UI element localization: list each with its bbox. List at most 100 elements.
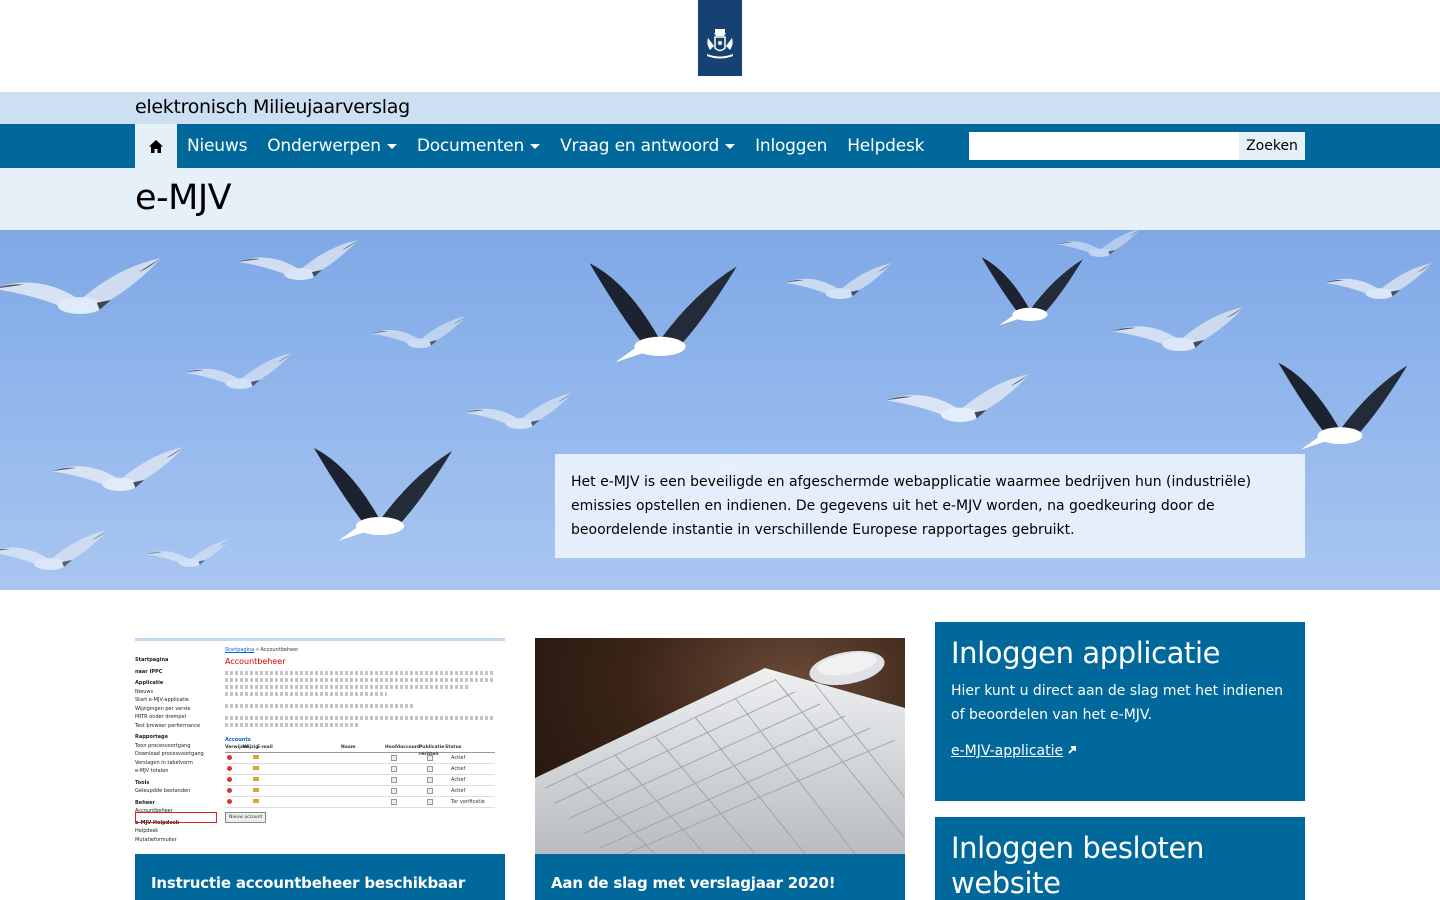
- thumb-col-header: Wijzig: [243, 745, 259, 750]
- thumb-sidebar-item: Download procesvoortgang: [135, 751, 204, 757]
- thumb-sidebar-item: Beheer: [135, 799, 156, 806]
- thumb-sidebar-item: Applicatie: [135, 680, 164, 686]
- thumb-sidebar-item: Tools: [135, 779, 150, 786]
- news-card-verslagjaar-2020[interactable]: Aan de slag met verslagjaar 2020!: [535, 638, 905, 900]
- nav-item-label: Vraag en antwoord: [560, 136, 720, 156]
- thumb-sidebar-item: Start e-MJV-applicatie: [135, 697, 189, 703]
- thumb-sidebar-item: Verslagen in tabelvorm: [135, 759, 193, 766]
- checkbox-icon: [391, 788, 397, 794]
- thumb-status: Actief: [451, 755, 466, 761]
- site-title-band: elektronisch Milieujaarverslag: [0, 92, 1440, 124]
- thumb-sidebar-item: Test browser performance: [135, 722, 201, 729]
- thumb-table-row: Actief: [225, 786, 495, 797]
- thumb-table-row: Actief: [225, 764, 495, 775]
- thumb-text-line: [225, 671, 495, 675]
- delete-icon: [227, 788, 232, 793]
- thumb-section-title: Accounts: [225, 737, 251, 743]
- thumb-sidebar-item: Geleupdde bestanden: [135, 788, 191, 794]
- nav-item-vraag-en-antwoord[interactable]: Vraag en antwoord: [550, 124, 745, 168]
- nav-item-label: Helpdesk: [847, 136, 925, 156]
- external-link-icon: [1068, 746, 1077, 754]
- thumb-sidebar-item: PRTR onder drempel: [135, 714, 187, 720]
- edit-icon: [253, 755, 259, 759]
- link-label: e-MJV-applicatie: [951, 743, 1064, 759]
- tile-title: Inloggen applicatie: [951, 636, 1221, 670]
- checkbox-icon: [391, 777, 397, 783]
- tile-title[interactable]: Inloggen besloten website: [951, 831, 1289, 900]
- edit-icon: [253, 766, 259, 770]
- nav-item-nieuws[interactable]: Nieuws: [177, 124, 257, 168]
- page-title-band: e-MJV: [0, 168, 1440, 230]
- rijksoverheid-logo[interactable]: [698, 0, 742, 76]
- nav-item-label: Onderwerpen: [267, 136, 381, 156]
- checkbox-icon: [427, 799, 433, 805]
- thumb-status: Actief: [451, 788, 466, 794]
- search-input[interactable]: [969, 132, 1239, 160]
- coat-of-arms-icon: [707, 29, 733, 59]
- news-card-accountbeheer[interactable]: Startpagina naar IPPC Applicatie Nieuws …: [135, 638, 505, 900]
- login-application-tile: Inloggen applicatie Hier kunt u direct a…: [935, 622, 1305, 801]
- nav-item-label: Nieuws: [187, 136, 248, 156]
- search-form: Zoeken: [969, 132, 1305, 160]
- edit-icon: [253, 788, 259, 792]
- checkbox-icon: [427, 755, 433, 761]
- thumb-heading: Accountbeheer: [225, 657, 286, 666]
- thumb-col-header: E-mail: [257, 745, 273, 750]
- thumb-sidebar-item: Toon procesvoortgang: [135, 742, 191, 749]
- thumb-col-header: Publicatie rechten: [419, 745, 445, 757]
- checkbox-icon: [427, 788, 433, 794]
- login-closed-website-tile: Inloggen besloten website: [935, 817, 1305, 900]
- checkbox-icon: [427, 766, 433, 772]
- thumb-text-line: [225, 678, 495, 682]
- thumb-sidebar-item: Mutatieformulier: [135, 836, 177, 843]
- tile-text: Hier kunt u direct aan de slag met het i…: [951, 683, 1284, 723]
- thumb-text-line: [225, 716, 495, 720]
- thumb-text-line: [225, 685, 468, 689]
- search-button[interactable]: Zoeken: [1239, 132, 1305, 160]
- edit-icon: [253, 777, 259, 781]
- nav-item-label: Documenten: [416, 136, 525, 156]
- card-caption[interactable]: Instructie accountbeheer beschikbaar: [135, 854, 505, 900]
- checkbox-icon: [391, 766, 397, 772]
- hero-intro-text: Het e-MJV is een beveiligde en afgescher…: [555, 454, 1305, 558]
- hero-banner: Het e-MJV is een beveiligde en afgescher…: [0, 230, 1440, 590]
- thumb-sidebar-item: e-MJV totalen: [135, 768, 169, 774]
- nav-item-onderwerpen[interactable]: Onderwerpen: [257, 124, 407, 168]
- thumb-col-header: Verwijder: [225, 745, 250, 750]
- main-navigation: Nieuws Onderwerpen Documenten Vraag en a…: [0, 124, 1440, 168]
- thumb-table-row: Actief: [225, 775, 495, 786]
- caret-down-icon: [530, 143, 541, 149]
- nav-item-inloggen[interactable]: Inloggen: [745, 124, 837, 168]
- thumb-col-header: Status: [445, 745, 462, 750]
- nav-item-helpdesk[interactable]: Helpdesk: [837, 124, 934, 168]
- keyboard-photo-image: [535, 638, 905, 854]
- card-caption[interactable]: Aan de slag met verslagjaar 2020!: [535, 854, 905, 900]
- thumb-table-row: Ter verificatie: [225, 797, 495, 808]
- thumb-text-line: [225, 723, 360, 727]
- thumb-status: Actief: [451, 777, 466, 783]
- site-title[interactable]: elektronisch Milieujaarverslag: [135, 96, 410, 118]
- checkbox-icon: [427, 777, 433, 783]
- thumbnail-main: Startpagina » Accountbeheer Accountbehee…: [225, 647, 495, 823]
- keyboard-illustration: [535, 650, 905, 854]
- thumb-table-row: Actief: [225, 753, 495, 764]
- checkbox-icon: [391, 799, 397, 805]
- nav-home-button[interactable]: [135, 124, 177, 168]
- delete-icon: [227, 766, 232, 771]
- nav-item-label: Inloggen: [755, 136, 828, 156]
- home-icon: [149, 139, 163, 153]
- checkbox-icon: [391, 755, 397, 761]
- thumb-sidebar-item: Helpdesk: [135, 828, 159, 834]
- thumb-sidebar-item: Wijzigingen per versie: [135, 705, 191, 712]
- page-title: e-MJV: [135, 178, 232, 218]
- delete-icon: [227, 799, 232, 804]
- e-mjv-application-link[interactable]: e-MJV-applicatie: [951, 743, 1077, 759]
- nav-item-documenten[interactable]: Documenten: [407, 124, 550, 168]
- delete-icon: [227, 777, 232, 782]
- thumb-highlight-box: [135, 812, 217, 823]
- thumb-text-line: [225, 692, 387, 696]
- thumb-status: Ter verificatie: [451, 799, 485, 805]
- thumb-col-header: Naam: [341, 745, 356, 750]
- thumb-col-header: Hoofdaccount: [385, 745, 421, 750]
- thumb-breadcrumb-current: Accountbeheer: [260, 647, 299, 653]
